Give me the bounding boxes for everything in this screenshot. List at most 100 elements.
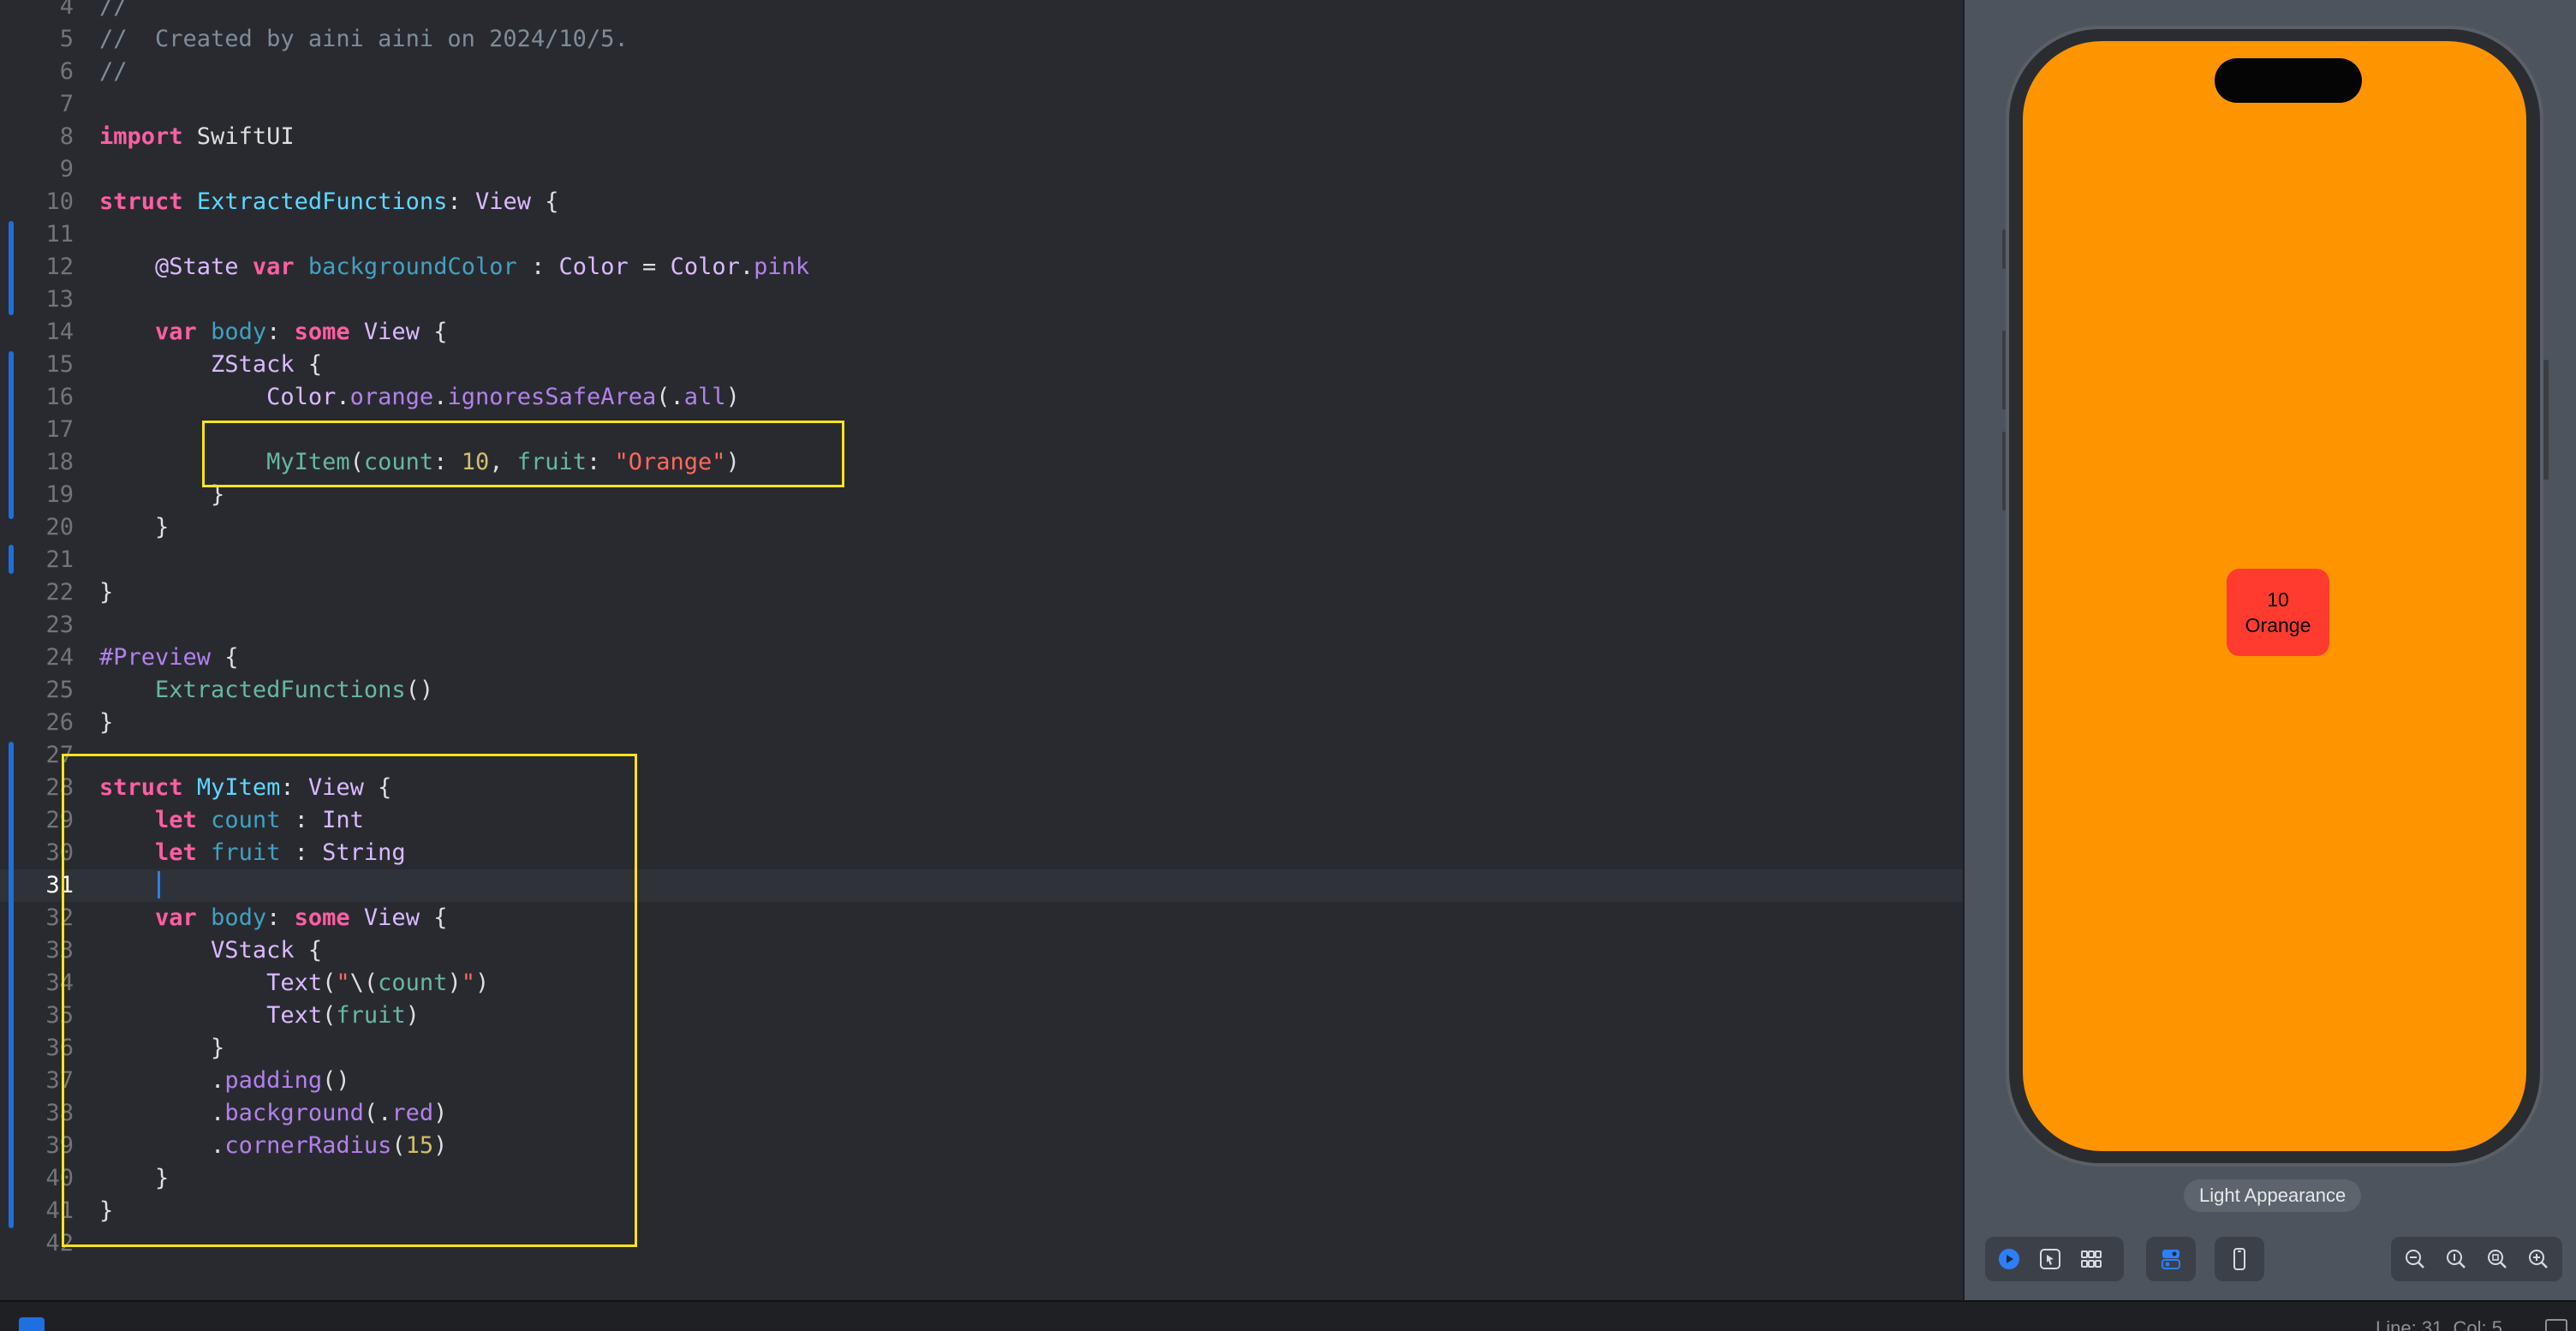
phone-side-button <box>2543 360 2549 480</box>
line-code: // <box>99 0 128 23</box>
dynamic-island <box>2215 58 2362 103</box>
line-code: import SwiftUI <box>99 121 295 153</box>
code-line[interactable]: 20 } <box>0 511 1963 544</box>
code-token: orange <box>349 384 434 410</box>
iphone-icon[interactable] <box>2219 1237 2260 1281</box>
code-token: // Created by aini aini on 2024/10/5. <box>99 26 629 52</box>
code-token: Color <box>670 254 740 280</box>
code-token: { <box>211 644 239 671</box>
code-line[interactable]: 6 // <box>0 56 1963 88</box>
line-number: 22 <box>45 579 74 606</box>
code-line[interactable]: 26} <box>0 707 1963 739</box>
code-token: all <box>683 384 726 410</box>
preview-mode-toolbar <box>1985 1237 2124 1281</box>
code-line[interactable]: 13 <box>0 284 1963 316</box>
code-token: Color <box>266 384 337 410</box>
highlight-box-myitem-call <box>202 421 844 487</box>
device-group <box>2215 1237 2264 1281</box>
code-token: // <box>99 58 128 85</box>
line-number: 10 <box>45 188 74 215</box>
preview-canvas[interactable]: 10 Orange Light Appearance <box>1963 0 2576 1300</box>
code-token: View <box>474 188 531 215</box>
code-token: : <box>266 319 295 345</box>
phone-screen[interactable]: 10 Orange <box>2023 41 2526 1151</box>
cursor-select-icon[interactable] <box>2030 1237 2071 1281</box>
my-item-count: 10 <box>2267 588 2289 611</box>
code-token: { <box>419 319 448 345</box>
status-indicator[interactable] <box>19 1317 45 1331</box>
code-line[interactable]: 14 var body: some View { <box>0 316 1963 349</box>
code-token: ExtractedFunctions <box>196 188 448 215</box>
code-line[interactable]: 25 ExtractedFunctions() <box>0 674 1963 707</box>
line-number: 26 <box>45 709 74 736</box>
code-line[interactable]: 11 <box>0 218 1963 251</box>
change-indicator[interactable] <box>9 545 14 574</box>
code-line[interactable]: 7 <box>0 88 1963 121</box>
change-indicator[interactable] <box>9 221 14 315</box>
line-code: // <box>99 56 128 88</box>
zoom-actual-icon[interactable] <box>2477 1237 2518 1281</box>
code-token: . <box>336 384 350 410</box>
code-line[interactable]: 22} <box>0 576 1963 609</box>
code-token: { <box>530 188 559 215</box>
code-token: var <box>252 254 295 280</box>
code-token: . <box>433 384 448 410</box>
code-token: ExtractedFunctions <box>155 677 406 703</box>
code-line[interactable]: 5 // Created by aini aini on 2024/10/5. <box>0 23 1963 56</box>
code-token: { <box>294 351 323 378</box>
play-circle-icon[interactable] <box>1989 1237 2030 1281</box>
code-line[interactable]: 23 <box>0 609 1963 642</box>
code-line[interactable]: 9 <box>0 153 1963 186</box>
code-line[interactable]: 12 @State var backgroundColor : Color = … <box>0 251 1963 284</box>
code-token: } <box>99 709 114 736</box>
zoom-in-icon[interactable] <box>2518 1237 2559 1281</box>
change-indicator[interactable] <box>9 742 14 1228</box>
code-token: struct <box>99 188 183 215</box>
zoom-out-icon[interactable] <box>2394 1237 2436 1281</box>
code-token: : <box>447 188 475 215</box>
code-token: : <box>516 254 559 280</box>
code-token: body <box>211 319 267 345</box>
code-token: (. <box>656 384 684 410</box>
code-line[interactable]: 21 <box>0 544 1963 576</box>
grid-variants-icon[interactable] <box>2071 1237 2112 1281</box>
highlight-box-myitem-struct <box>62 754 637 1247</box>
line-code: // Created by aini aini on 2024/10/5. <box>99 23 629 56</box>
my-item-card[interactable]: 10 Orange <box>2227 569 2329 656</box>
code-token: pink <box>754 254 810 280</box>
code-line[interactable]: 10 struct ExtractedFunctions: View { <box>0 186 1963 218</box>
line-code: } <box>99 576 113 609</box>
code-line[interactable]: 24 #Preview { <box>0 642 1963 674</box>
code-line[interactable]: 15 ZStack { <box>0 349 1963 381</box>
code-token: . <box>739 254 754 280</box>
code-line[interactable]: 16 Color.orange.ignoresSafeArea(.all) <box>0 381 1963 414</box>
line-code: } <box>99 707 113 739</box>
code-token: ) <box>725 384 740 410</box>
code-token: var <box>155 319 197 345</box>
change-indicator[interactable] <box>9 351 14 519</box>
line-code: ExtractedFunctions() <box>99 674 433 707</box>
line-code: struct ExtractedFunctions: View { <box>99 186 558 218</box>
code-token: some <box>294 319 350 345</box>
line-code: @State var backgroundColor : Color = Col… <box>99 251 809 284</box>
code-token: () <box>405 677 434 703</box>
status-bar: Line: 31 Col: 5 <box>0 1300 2576 1331</box>
code-token: } <box>99 514 170 540</box>
line-number: 8 <box>59 123 74 150</box>
device-settings-icon[interactable] <box>2150 1237 2191 1281</box>
zoom-fit-icon[interactable] <box>2436 1237 2477 1281</box>
code-token: ignoresSafeArea <box>447 384 657 410</box>
appearance-badge[interactable]: Light Appearance <box>2184 1179 2362 1212</box>
line-number: 7 <box>59 91 74 117</box>
code-line[interactable]: 8 import SwiftUI <box>0 121 1963 153</box>
panel-toggle-icon[interactable] <box>2545 1319 2567 1331</box>
code-line[interactable]: 4 // <box>0 0 1963 23</box>
line-number: 25 <box>45 677 74 703</box>
code-token: = <box>628 254 671 280</box>
code-editor[interactable]: 4 // 5 // Created by aini aini on 2024/10/5… <box>0 0 1963 1300</box>
